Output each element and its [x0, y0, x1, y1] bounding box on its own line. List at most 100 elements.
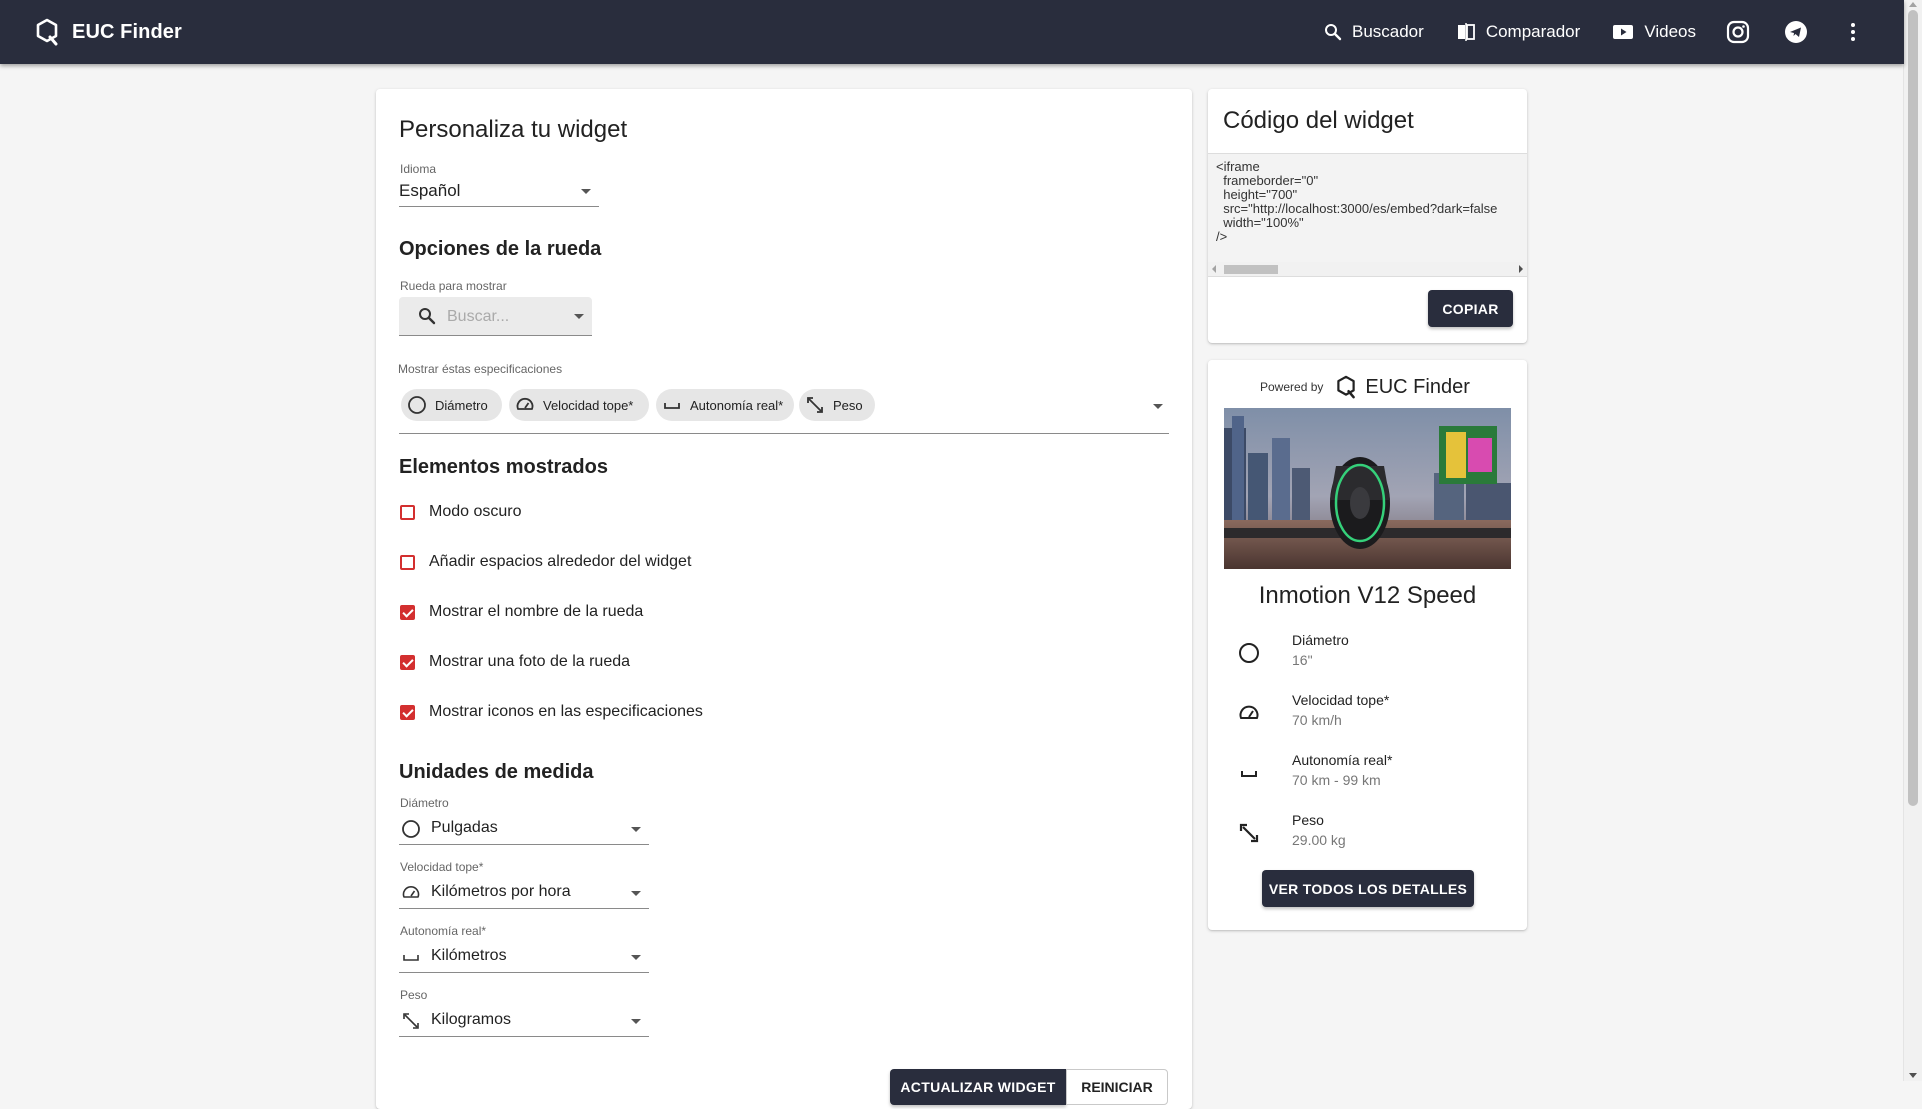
circle-icon [1239, 643, 1259, 663]
widget-code-card: Código del widget <iframe frameborder="0… [1208, 89, 1527, 343]
euc-finder-logo-icon [1337, 375, 1356, 399]
checkbox-show-icons[interactable]: Mostrar iconos en las especificaciones [400, 703, 703, 721]
page-vertical-scrollbar[interactable] [1903, 0, 1922, 1081]
spec-diametro: Diámetro 16" [1238, 632, 1498, 678]
chevron-down-icon [1153, 404, 1163, 409]
speedometer-icon [402, 886, 420, 898]
brand-link[interactable]: EUC Finder [34, 18, 182, 46]
spec-value: 29.00 kg [1292, 832, 1346, 848]
powered-by-brand: EUC Finder [1365, 375, 1470, 398]
scroll-left-icon[interactable] [1212, 265, 1216, 273]
spec-peso: Peso 29.00 kg [1238, 812, 1498, 858]
copy-button[interactable]: COPIAR [1428, 290, 1513, 327]
nav-comparador-label: Comparador [1485, 22, 1581, 41]
chip-label: Velocidad tope* [543, 397, 634, 413]
reset-button[interactable]: REINICIAR [1066, 1069, 1168, 1105]
chip-peso[interactable]: Peso [799, 389, 875, 421]
widget-code-title: Código del widget [1223, 107, 1414, 134]
specs-label: Mostrar éstas especificaciones [398, 362, 563, 376]
powered-by-label: Powered by [1260, 380, 1324, 394]
wheel-select-label: Rueda para mostrar [400, 279, 507, 293]
range-icon [1241, 771, 1257, 777]
view-all-details-button[interactable]: VER TODOS LOS DETALLES [1262, 870, 1474, 907]
instagram-link[interactable] [1726, 20, 1750, 44]
checkbox-box[interactable] [400, 654, 415, 670]
nav-comparador[interactable]: Comparador [1456, 22, 1581, 42]
scroll-down-icon[interactable] [1909, 1073, 1917, 1078]
spec-value: 70 km/h [1292, 712, 1342, 728]
unit-label-peso: Peso [400, 988, 428, 1002]
weight-icon [807, 397, 823, 413]
top-nav: Buscador Comparador Videos [1292, 0, 1856, 64]
wheel-name: Inmotion V12 Speed [1258, 582, 1477, 609]
chip-velocidad[interactable]: Velocidad tope* [509, 389, 649, 421]
spec-label: Peso [1292, 812, 1324, 828]
checkbox-label: Mostrar una foto de la rueda [429, 653, 631, 670]
chevron-down-icon [574, 314, 584, 319]
telegram-icon [1785, 21, 1807, 43]
speedometer-icon [516, 397, 534, 410]
checkbox-add-spacing[interactable]: Añadir espacios alrededor del widget [400, 553, 691, 571]
range-icon [664, 403, 680, 409]
chevron-down-icon [631, 891, 641, 896]
unit-select-diametro[interactable]: Pulgadas [399, 812, 649, 845]
circle-icon [408, 396, 426, 414]
brand-name: EUC Finder [72, 20, 182, 43]
scroll-up-icon[interactable] [1909, 2, 1917, 7]
instagram-icon [1726, 20, 1750, 44]
chip-diametro[interactable]: Diámetro [401, 389, 502, 421]
checkbox-show-name[interactable]: Mostrar el nombre de la rueda [400, 603, 643, 621]
nav-videos[interactable]: Videos [1612, 22, 1696, 42]
customize-card: Personaliza tu widget Idioma Español Opc… [376, 89, 1192, 1109]
widget-code-textarea[interactable]: <iframe frameborder="0" height="700" src… [1208, 153, 1527, 277]
checkbox-dark-mode[interactable]: Modo oscuro [400, 503, 522, 521]
checkbox-label: Añadir espacios alrededor del widget [429, 553, 692, 570]
specs-multiselect[interactable]: Diámetro Velocidad tope* Autonomía real*… [399, 389, 1169, 434]
scrollbar-thumb[interactable] [1908, 10, 1918, 806]
unit-select-peso[interactable]: Kilogramos [399, 1004, 649, 1037]
scrollbar-thumb[interactable] [1224, 265, 1278, 274]
powered-by: Powered by EUC Finder [1260, 374, 1470, 400]
search-icon [419, 308, 436, 325]
unit-select-velocidad[interactable]: Kilómetros por hora [399, 876, 649, 909]
app-bar: EUC Finder Buscador Comparador Videos [0, 0, 1904, 64]
wheel-options-title: Opciones de la rueda [399, 238, 602, 260]
customize-title: Personaliza tu widget [399, 116, 628, 143]
telegram-link[interactable] [1784, 20, 1808, 44]
chip-label: Diámetro [435, 397, 488, 413]
chevron-down-icon [631, 827, 641, 832]
spec-value: 16" [1292, 652, 1313, 668]
spec-label: Autonomía real* [1292, 752, 1393, 768]
spec-velocidad: Velocidad tope* 70 km/h [1238, 692, 1498, 738]
circle-icon [402, 820, 420, 838]
checkbox-box[interactable] [400, 504, 415, 520]
spec-label: Diámetro [1292, 632, 1349, 648]
checkbox-box[interactable] [400, 604, 415, 620]
unit-value: Pulgadas [431, 819, 498, 836]
widget-code-snippet: <iframe frameborder="0" height="700" src… [1216, 159, 1498, 244]
scroll-right-icon[interactable] [1519, 265, 1523, 273]
more-vert-icon [1851, 23, 1855, 41]
language-select[interactable]: Español [399, 176, 599, 207]
unit-label-velocidad: Velocidad tope* [400, 860, 484, 874]
unit-select-autonomia[interactable]: Kilómetros [399, 940, 649, 973]
language-value: Español [399, 181, 461, 200]
checkbox-show-photo[interactable]: Mostrar una foto de la rueda [400, 653, 630, 671]
youtube-icon [1613, 25, 1634, 39]
checkbox-box[interactable] [400, 554, 415, 570]
chevron-down-icon [631, 1019, 641, 1024]
more-menu-button[interactable] [1850, 22, 1856, 42]
update-widget-button[interactable]: ACTUALIZAR WIDGET [890, 1069, 1066, 1105]
wheel-search-select[interactable]: Buscar... [399, 297, 592, 336]
weight-icon [1239, 823, 1259, 843]
nav-buscador[interactable]: Buscador [1324, 22, 1424, 42]
code-horizontal-scrollbar[interactable] [1208, 262, 1527, 276]
chip-label: Peso [833, 397, 863, 413]
checkbox-label: Mostrar el nombre de la rueda [429, 603, 644, 620]
elements-title: Elementos mostrados [399, 456, 608, 478]
nav-buscador-label: Buscador [1351, 22, 1424, 41]
weight-icon [403, 1013, 419, 1029]
checkbox-box[interactable] [400, 704, 415, 720]
euc-finder-logo-icon [36, 18, 58, 46]
chip-autonomia[interactable]: Autonomía real* [656, 389, 794, 421]
